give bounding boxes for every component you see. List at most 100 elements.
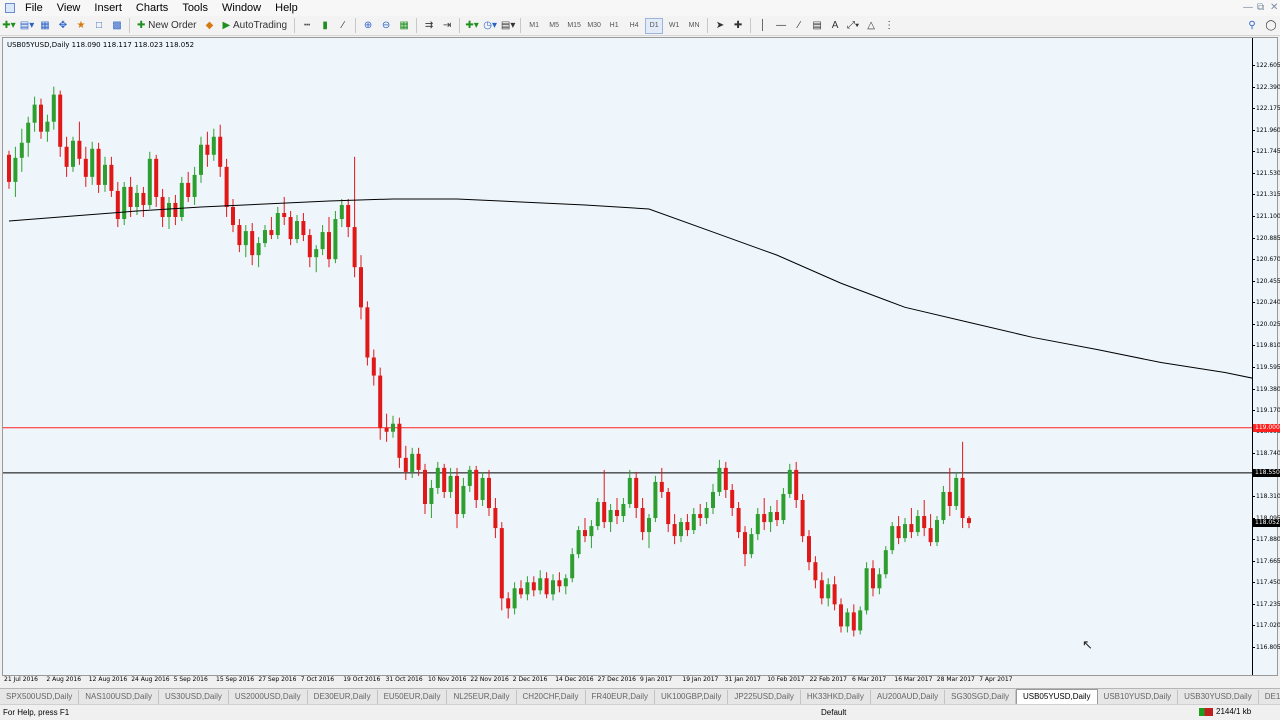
restore-icon[interactable]: ⧉ <box>1257 2 1264 13</box>
candle-body <box>19 142 24 158</box>
timeframe-m1-button[interactable]: M1 <box>525 18 543 34</box>
tab-us2000usd[interactable]: US2000USD,Daily <box>229 689 308 704</box>
tab-usb10yusd[interactable]: USB10YUSD,Daily <box>1098 689 1179 704</box>
timeframe-h4-button[interactable]: H4 <box>625 18 643 34</box>
candle-body <box>941 491 946 521</box>
chart-shift-icon[interactable]: ⇥ <box>439 18 455 34</box>
timeframe-h1-button[interactable]: H1 <box>605 18 623 34</box>
minimize-icon[interactable]: — <box>1243 2 1253 13</box>
menu-view[interactable]: View <box>50 0 88 16</box>
menu-window[interactable]: Window <box>215 0 268 16</box>
tab-uk100gbp[interactable]: UK100GBP,Daily <box>655 689 729 704</box>
tab-spx500usd[interactable]: SPX500USD,Daily <box>0 689 80 704</box>
candle-body <box>960 477 965 519</box>
price-tick-label: 121.745 <box>1252 148 1280 156</box>
strategy-tester-icon[interactable]: ▩ <box>109 18 125 34</box>
candle-body <box>179 182 184 218</box>
toolbar-expand-icon[interactable]: ⋮ <box>881 18 897 34</box>
timeframe-d1-button[interactable]: D1 <box>645 17 664 34</box>
tab-usb05yusd[interactable]: USB05YUSD,Daily <box>1015 689 1098 704</box>
chart-window[interactable]: USB05YUSD,Daily 118.090 118.117 118.023 … <box>2 37 1280 683</box>
level-price-badge: 118.550 <box>1253 468 1280 477</box>
candle-body <box>935 520 939 543</box>
tab-eu50eur[interactable]: EU50EUR,Daily <box>378 689 448 704</box>
data-window-icon[interactable]: ✥ <box>55 18 71 34</box>
tab-nas100usd[interactable]: NAS100USD,Daily <box>79 689 159 704</box>
tab-sg30sgd[interactable]: SG30SGD,Daily <box>945 689 1016 704</box>
bar-chart-icon[interactable]: ┅ <box>299 18 315 34</box>
templates-icon[interactable]: ▤▾ <box>500 18 516 34</box>
channel-tool-icon[interactable]: ▤ <box>809 18 825 34</box>
toolbar-separator <box>750 18 752 33</box>
timeframe-mn-button[interactable]: MN <box>685 18 703 34</box>
periodicity-icon[interactable]: ◷▾ <box>482 18 498 34</box>
new-order-button[interactable]: ✚ New Order <box>134 18 200 34</box>
tab-de30eur[interactable]: DE30EUR,Daily <box>308 689 378 704</box>
candle-body <box>832 584 837 605</box>
menu-charts[interactable]: Charts <box>129 0 175 16</box>
candle-body <box>602 501 607 523</box>
autotrading-button[interactable]: ▶ AutoTrading <box>220 18 291 34</box>
timeframe-m30-button[interactable]: M30 <box>585 18 603 34</box>
horizontal-line-tool-icon[interactable]: — <box>773 18 789 34</box>
timeframe-m5-button[interactable]: M5 <box>545 18 563 34</box>
current-price-badge: 118.052 <box>1253 518 1280 527</box>
chat-icon[interactable]: ◯ <box>1263 18 1279 34</box>
time-tick-label: 7 Oct 2016 <box>300 676 335 683</box>
status-connection[interactable]: 2144/1 kb <box>1199 707 1251 716</box>
menu-help[interactable]: Help <box>268 0 305 16</box>
tab-hk33hkd[interactable]: HK33HKD,Daily <box>801 689 871 704</box>
candle-body <box>570 554 575 579</box>
search-icon[interactable]: ⚲ <box>1244 18 1260 34</box>
menu-tools[interactable]: Tools <box>175 0 215 16</box>
timeframe-m15-button[interactable]: M15 <box>565 18 583 34</box>
market-watch-icon[interactable]: ▦ <box>37 18 53 34</box>
new-order-icon: ✚ <box>137 20 146 31</box>
candle-body <box>813 562 818 581</box>
price-tick-label: 120.885 <box>1252 234 1280 242</box>
candle-body <box>781 493 786 521</box>
price-axis: 122.605 122.390 122.175 121.960 121.745 121.5… <box>1252 38 1280 675</box>
tab-au200aud[interactable]: AU200AUD,Daily <box>871 689 946 704</box>
metaeditor-icon[interactable]: ◆ <box>202 18 218 34</box>
close-icon[interactable]: ✕ <box>1270 2 1278 13</box>
time-tick-label: 28 Mar 2017 <box>936 676 975 683</box>
indicators-icon[interactable]: ✚▾ <box>464 18 480 34</box>
candle-body <box>263 230 267 244</box>
tab-usb30yusd[interactable]: USB30YUSD,Daily <box>1178 689 1259 704</box>
zoom-in-icon[interactable]: ⊕ <box>360 18 376 34</box>
candlestick-chart-icon[interactable]: ▮ <box>317 18 333 34</box>
tab-fr40eur[interactable]: FR40EUR,Daily <box>586 689 655 704</box>
candle-body <box>211 136 216 155</box>
text-tool-icon[interactable]: A <box>827 18 843 34</box>
profiles-icon[interactable]: ▤▾ <box>19 18 35 34</box>
new-chart-icon[interactable]: ✚▾ <box>1 18 17 34</box>
timeframe-w1-button[interactable]: W1 <box>665 18 683 34</box>
triangle-tool-icon[interactable]: △ <box>863 18 879 34</box>
zoom-out-icon[interactable]: ⊖ <box>378 18 394 34</box>
tab-de10ybeur[interactable]: DE10YBEUR, ... <box>1259 690 1280 704</box>
terminal-icon[interactable]: □ <box>91 18 107 34</box>
vertical-line-tool-icon[interactable]: │ <box>755 18 771 34</box>
price-chart[interactable] <box>3 38 1252 675</box>
tile-windows-icon[interactable]: ▦ <box>396 18 412 34</box>
arrows-tool-icon[interactable]: ⤢▾ <box>845 18 861 34</box>
candle-body <box>275 213 280 236</box>
candle-body <box>237 225 242 246</box>
auto-scroll-icon[interactable]: ⇉ <box>421 18 437 34</box>
navigator-icon[interactable]: ★ <box>73 18 89 34</box>
cursor-tool-icon[interactable]: ➤ <box>712 18 728 34</box>
trendline-tool-icon[interactable]: ∕ <box>791 18 807 34</box>
line-chart-icon[interactable]: ∕ <box>335 18 351 34</box>
mouse-cursor-icon: ↖ <box>1082 637 1093 652</box>
price-tick-label: 117.880 <box>1252 536 1280 544</box>
crosshair-tool-icon[interactable]: ✚ <box>730 18 746 34</box>
tab-nl25eur[interactable]: NL25EUR,Daily <box>447 689 517 704</box>
tab-jp225usd[interactable]: JP225USD,Daily <box>728 689 801 704</box>
candle-body <box>653 481 658 519</box>
menu-file[interactable]: File <box>18 0 50 16</box>
tab-ch20chf[interactable]: CH20CHF,Daily <box>517 689 586 704</box>
candle-body <box>845 612 850 627</box>
menu-insert[interactable]: Insert <box>87 0 129 16</box>
tab-us30usd[interactable]: US30USD,Daily <box>159 689 229 704</box>
